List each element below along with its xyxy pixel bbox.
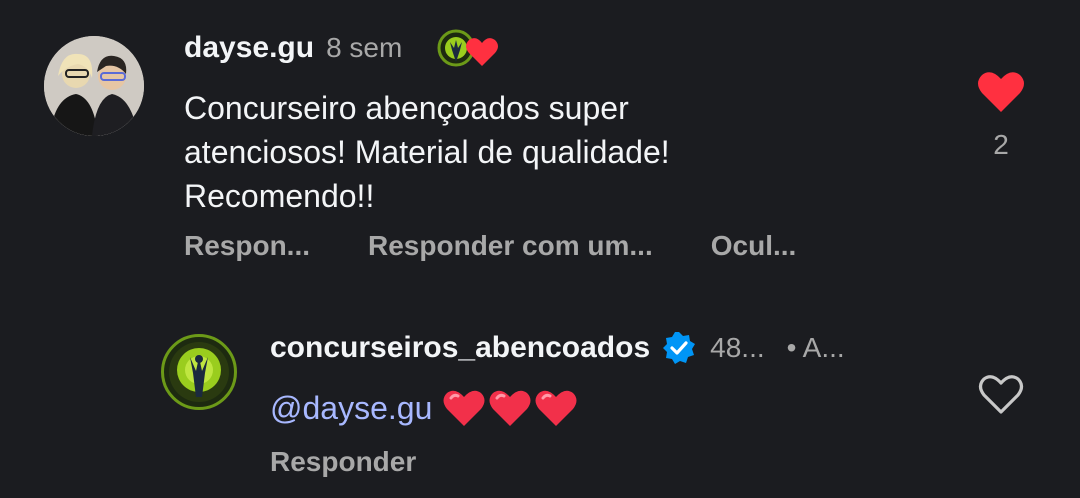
reply-actions: Responder [270, 446, 416, 478]
reply-text: @dayse.gu [270, 386, 578, 430]
reply-button[interactable]: Respon... [184, 230, 310, 262]
heart-emoji-icon [489, 390, 531, 426]
hearts-emoji [442, 388, 578, 428]
creator-liked-icon [436, 26, 500, 70]
verified-badge-icon [662, 331, 696, 365]
reply-reply-button[interactable]: Responder [270, 446, 416, 478]
like-count: 2 [993, 129, 1009, 160]
comment-username[interactable]: dayse.gu [184, 31, 314, 65]
reply-time: 48... [710, 332, 765, 363]
reply-like [976, 372, 1026, 421]
brand-logo-icon [169, 342, 229, 402]
heart-emoji-icon [535, 390, 577, 426]
reply-extra: • A... [786, 332, 845, 363]
reply-with-button[interactable]: Responder com um... [368, 230, 653, 262]
reply-username[interactable]: concurseiros_abencoados [270, 331, 650, 365]
comment-text-line: atenciosos! Material de qualidade! [184, 134, 670, 170]
comment-text-line: Concurseiro abençoados super [184, 90, 629, 126]
reply-header: concurseiros_abencoados 48... • A... [270, 328, 845, 368]
heart-filled-icon[interactable] [977, 70, 1025, 119]
reply-avatar[interactable] [161, 334, 237, 410]
avatar-photo [44, 36, 144, 136]
comment-time: 8 sem [326, 32, 403, 63]
comment-text: Concurseiro abençoados super atenciosos!… [184, 86, 670, 218]
comment-actions: Respon... Responder com um... Ocul... [184, 230, 796, 262]
heart-emoji-icon [443, 390, 485, 426]
comment-text-line: Recomendo!! [184, 178, 375, 214]
mention-link[interactable]: @dayse.gu [270, 386, 432, 430]
comment-like: 2 [974, 70, 1028, 161]
comment-header: dayse.gu 8 sem [184, 28, 500, 68]
hide-button[interactable]: Ocul... [711, 230, 797, 262]
avatar[interactable] [44, 36, 144, 136]
heart-outline-icon[interactable] [977, 372, 1025, 421]
